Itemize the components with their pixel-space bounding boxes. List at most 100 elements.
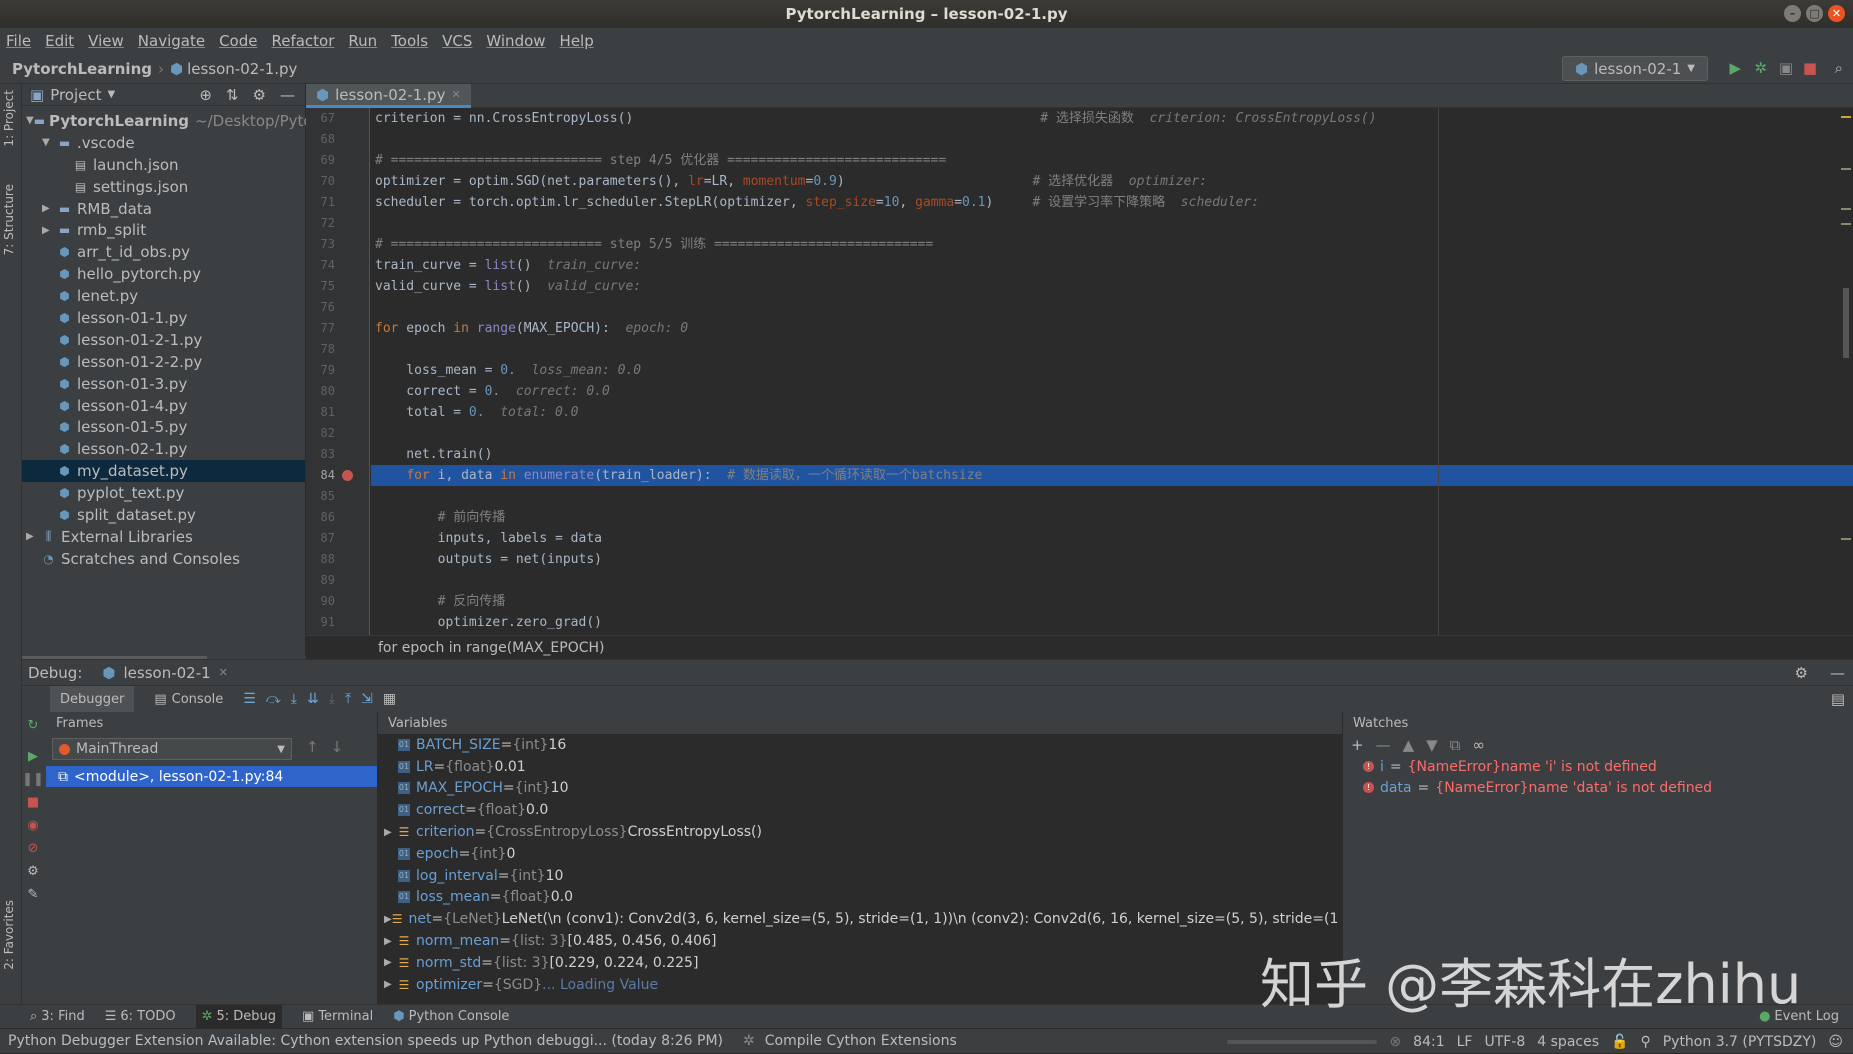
tool-tab-todo[interactable]: ☰ 6: TODO (105, 1009, 176, 1024)
pin-icon[interactable]: ✎ (28, 887, 39, 902)
code-line[interactable]: # 反向传播 (371, 591, 1853, 612)
tree-item[interactable]: ▼ ▬ .vscode (22, 132, 305, 154)
minimize-icon[interactable]: – (1784, 5, 1801, 22)
variable-row[interactable]: 01 LR = {float} 0.01 (378, 756, 1342, 778)
hide-icon[interactable]: — (1830, 664, 1845, 682)
variable-row[interactable]: 01 log_interval = {int} 10 (378, 865, 1342, 887)
run-to-cursor-icon[interactable]: ⇲ (361, 691, 373, 707)
collapsed-arrow-icon[interactable]: ▶ (384, 957, 398, 968)
code-line[interactable] (371, 129, 1853, 150)
remove-icon[interactable]: — (1376, 736, 1391, 754)
tree-item[interactable]: ⬢ pyplot_text.py (22, 482, 305, 504)
code-line[interactable]: # =========================== step 4/5 优… (371, 150, 1853, 171)
tool-tab-structure[interactable]: 7: Structure (2, 184, 16, 255)
tree-item[interactable]: ▶ ▬ RMB_data (22, 198, 305, 220)
collapsed-arrow-icon[interactable]: ▶ (42, 203, 56, 214)
tree-item[interactable]: ⬢ lesson-02-1.py (22, 438, 305, 460)
tree-item[interactable]: ▶ ▬ rmb_split (22, 219, 305, 241)
tool-tab-python-console[interactable]: ⬢ Python Console (393, 1009, 509, 1024)
tree-item[interactable]: ⬢ lesson-01-2-1.py (22, 329, 305, 351)
rerun-icon[interactable]: ↻ (28, 718, 39, 733)
status-indent[interactable]: 4 spaces (1537, 1034, 1599, 1050)
expanded-arrow-icon[interactable]: ▼ (26, 115, 34, 126)
menu-vcs[interactable]: VCS (442, 32, 472, 50)
threads-icon[interactable]: ☰ (243, 691, 256, 707)
maximize-icon[interactable]: □ (1806, 5, 1823, 22)
menu-run[interactable]: Run (348, 32, 377, 50)
tree-item[interactable]: ⬢ lesson-01-3.py (22, 373, 305, 395)
menu-navigate[interactable]: Navigate (138, 32, 205, 50)
line-number-gutter[interactable]: 67 68 69 70 71 72 73 74 75 76 77 78 79 80 81 82 83 84 85 86… (306, 108, 370, 635)
warning-marker[interactable] (1841, 116, 1851, 118)
gear-icon[interactable]: ⚙ (253, 86, 266, 104)
close-icon[interactable]: ✕ (1828, 5, 1845, 22)
tree-item[interactable]: ⬢ hello_pytorch.py (22, 263, 305, 285)
add-icon[interactable]: + (1351, 736, 1364, 754)
code-line[interactable]: criterion = nn.CrossEntropyLoss() # 选择损失… (371, 108, 1853, 129)
breadcrumb-file[interactable]: lesson-02-1.py (187, 60, 297, 78)
variable-row[interactable]: ▶ ☰ net = {LeNet} LeNet(\n (conv1): Conv2d… (378, 908, 1342, 930)
lock-icon[interactable]: 🔓 (1611, 1034, 1628, 1050)
editor-tab[interactable]: ⬢ lesson-02-1.py ✕ (306, 84, 471, 108)
tool-tab-terminal[interactable]: ▣ Terminal (302, 1009, 373, 1024)
menu-view[interactable]: View (88, 32, 124, 50)
code-line[interactable]: outputs = net(inputs) (371, 549, 1853, 570)
run-icon[interactable]: ▶ (1729, 59, 1741, 77)
step-into-my-code-icon[interactable]: ⇊ (307, 691, 319, 707)
variable-row[interactable]: ▶ ☰ norm_mean = {list: 3} [0.485, 0.456, 0… (378, 930, 1342, 952)
status-message[interactable]: Python Debugger Extension Available: Cyt… (8, 1033, 723, 1049)
variable-row[interactable]: ▶ ☰ criterion = {CrossEntropyLoss} CrossEn… (378, 821, 1342, 843)
menu-refactor[interactable]: Refactor (271, 32, 334, 50)
layout-icon[interactable]: ▤ (1831, 690, 1845, 708)
debug-icon[interactable]: ✲ (1754, 59, 1767, 77)
menu-tools[interactable]: Tools (391, 32, 428, 50)
code-line[interactable]: # 前向传播 (371, 507, 1853, 528)
stop-icon[interactable]: ■ (27, 795, 39, 810)
step-out-icon[interactable]: ⤒ (345, 691, 351, 707)
code-line[interactable]: train_curve = list() train_curve: (371, 255, 1853, 276)
variable-row[interactable]: 01 MAX_EPOCH = {int} 10 (378, 778, 1342, 800)
collapsed-arrow-icon[interactable]: ▶ (384, 979, 398, 990)
code-line[interactable] (371, 570, 1853, 591)
variable-row[interactable]: 01 epoch = {int} 0 (378, 843, 1342, 865)
menu-edit[interactable]: Edit (45, 32, 74, 50)
tree-item[interactable]: ◔ Scratches and Consoles (22, 548, 305, 570)
tree-item[interactable]: ▶ ⫼ External Libraries (22, 526, 305, 548)
code-line[interactable] (371, 213, 1853, 234)
tree-item[interactable]: ▤ settings.json (22, 176, 305, 198)
breadcrumb-project[interactable]: PytorchLearning (12, 60, 152, 78)
code-line[interactable]: # =========================== step 5/5 训… (371, 234, 1853, 255)
debug-session-tab[interactable]: lesson-02-1 (124, 664, 211, 682)
collapsed-arrow-icon[interactable]: ▶ (26, 531, 40, 542)
variable-row[interactable]: 01 BATCH_SIZE = {int} 16 (378, 734, 1342, 756)
arrow-up-icon[interactable]: ↑ (306, 738, 319, 756)
frame-row[interactable]: ⧉ <module>, lesson-02-1.py:84 (46, 766, 377, 787)
code-line[interactable]: for i, data in enumerate(train_loader): … (371, 465, 1853, 486)
step-into-icon[interactable]: ⤓ (291, 691, 297, 707)
resume-icon[interactable]: ▶ (28, 749, 38, 764)
breakpoint-icon[interactable] (342, 470, 353, 481)
cancel-icon[interactable]: ⊗ (1389, 1034, 1401, 1050)
tool-tab-favorites[interactable]: 2: Favorites (2, 900, 16, 970)
status-interpreter[interactable]: Python 3.7 (PYTSDZY) (1663, 1034, 1817, 1050)
arrow-up-icon[interactable]: ▲ (1403, 736, 1415, 754)
tree-item[interactable]: ⬢ arr_t_id_obs.py (22, 241, 305, 263)
evaluate-icon[interactable]: ▦ (383, 691, 396, 707)
pause-icon[interactable]: ❚❚ (22, 772, 44, 787)
run-config-select[interactable]: ⬢ lesson-02-1 ▼ (1562, 56, 1708, 81)
force-step-into-icon[interactable]: ⤓ (329, 691, 335, 707)
code-breadcrumb[interactable]: for epoch in range(MAX_EPOCH) (306, 635, 1853, 659)
arrow-down-icon[interactable]: ▼ (1426, 736, 1438, 754)
close-icon[interactable]: ✕ (219, 666, 228, 679)
menu-help[interactable]: Help (560, 32, 594, 50)
collapsed-arrow-icon[interactable]: ▶ (42, 225, 56, 236)
stop-icon[interactable]: ■ (1803, 59, 1817, 77)
code-line[interactable] (371, 423, 1853, 444)
inspector-icon[interactable]: ⚲ (1640, 1034, 1650, 1050)
tree-item[interactable]: ⬢ lesson-01-4.py (22, 395, 305, 417)
tool-tab-project[interactable]: 1: Project (2, 90, 16, 147)
status-line-separator[interactable]: LF (1457, 1034, 1473, 1050)
project-panel-title[interactable]: Project (50, 86, 101, 104)
tab-console[interactable]: ▤ Console (144, 686, 233, 712)
tree-item[interactable]: ⬢ lenet.py (22, 285, 305, 307)
